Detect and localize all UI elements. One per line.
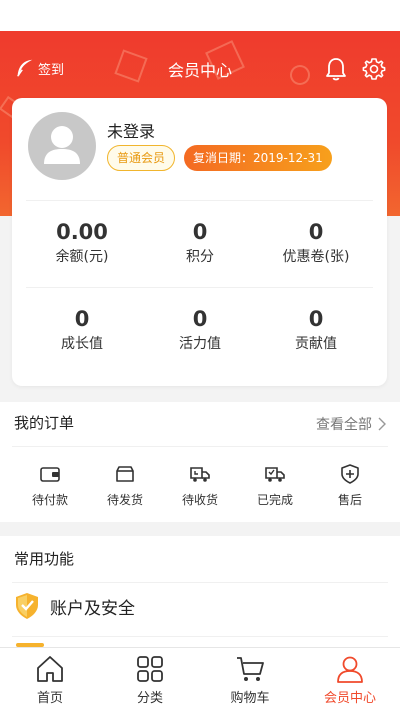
tab-cart[interactable]: 购物车 <box>200 648 300 711</box>
divider <box>26 287 373 288</box>
login-status[interactable]: 未登录 <box>107 118 155 142</box>
order-label: 待付款 <box>31 493 68 507</box>
order-label: 已完成 <box>256 493 293 507</box>
member-center-page: 签到 会员中心 未登录 普通会员 复消日期：2019-12-31 0.00 余额… <box>0 0 400 711</box>
tab-label: 会员中心 <box>323 691 376 706</box>
user-icon <box>337 656 363 683</box>
shield-icon <box>16 593 38 619</box>
stat-coupons[interactable]: 0 优惠卷(张) <box>256 220 376 266</box>
tab-category[interactable]: 分类 <box>100 648 200 711</box>
stat-label: 优惠卷(张) <box>282 249 350 265</box>
view-all-orders-link[interactable]: 查看全部 <box>316 414 388 434</box>
order-after-sales[interactable]: 售后 <box>312 464 388 508</box>
stat-label: 积分 <box>186 249 214 265</box>
feature-account-security[interactable]: 账户及安全 <box>14 592 135 620</box>
stat-value: 0 <box>308 307 324 331</box>
user-silhouette-icon <box>44 126 80 164</box>
top-bar: 签到 会员中心 <box>0 31 400 103</box>
truck-icon <box>190 467 210 482</box>
features-section: 常用功能 账户及安全 <box>0 536 400 647</box>
order-pending-receipt[interactable]: 待收货 <box>162 464 238 508</box>
tab-label: 首页 <box>36 691 63 706</box>
cart-icon <box>237 657 264 681</box>
tab-member-center[interactable]: 会员中心 <box>300 648 400 711</box>
stat-label: 余额(元) <box>55 249 109 265</box>
stat-balance[interactable]: 0.00 余额(元) <box>22 220 142 266</box>
order-label: 待收货 <box>181 493 218 507</box>
stat-contribution[interactable]: 0 贡献值 <box>256 307 376 353</box>
stat-value: 0 <box>192 220 208 244</box>
divider <box>12 446 388 447</box>
member-level-badge: 普通会员 <box>107 145 176 171</box>
chevron-right-icon <box>378 417 386 431</box>
order-label: 待发货 <box>106 493 143 507</box>
tab-label: 分类 <box>136 691 163 706</box>
renewal-date-badge: 复消日期：2019-12-31 <box>184 145 332 171</box>
grid-icon <box>137 656 163 682</box>
order-pending-payment[interactable]: 待付款 <box>12 464 88 508</box>
features-title: 常用功能 <box>14 550 75 568</box>
stat-label: 成长值 <box>61 336 103 352</box>
feature-label: 账户及安全 <box>50 598 135 619</box>
stat-value: 0.00 <box>56 220 108 244</box>
orders-section: 我的订单 查看全部 待付款 待发货 待收货 已完成 售后 <box>0 402 400 522</box>
status-strip <box>0 0 400 31</box>
stat-points[interactable]: 0 积分 <box>140 220 260 266</box>
avatar[interactable] <box>28 112 96 180</box>
profile-card: 未登录 普通会员 复消日期：2019-12-31 0.00 余额(元) 0 积分… <box>12 98 387 386</box>
divider <box>12 636 388 637</box>
orders-title: 我的订单 <box>14 414 75 432</box>
divider <box>12 582 388 583</box>
home-icon <box>37 656 63 682</box>
order-completed[interactable]: 已完成 <box>237 464 313 508</box>
gear-icon[interactable] <box>362 57 386 81</box>
box-icon <box>116 466 134 482</box>
order-pending-shipment[interactable]: 待发货 <box>87 464 163 508</box>
stat-value: 0 <box>308 220 324 244</box>
order-label: 售后 <box>337 493 362 507</box>
stat-value: 0 <box>192 307 208 331</box>
stat-label: 贡献值 <box>295 336 337 352</box>
tab-home[interactable]: 首页 <box>0 648 100 711</box>
view-all-label: 查看全部 <box>316 417 372 433</box>
stat-growth[interactable]: 0 成长值 <box>22 307 142 353</box>
wallet-icon <box>40 467 60 482</box>
bottom-tab-bar: 首页 分类 购物车 会员中心 <box>0 647 400 711</box>
divider <box>26 200 373 201</box>
shield-plus-icon <box>341 464 359 484</box>
stat-vitality[interactable]: 0 活力值 <box>140 307 260 353</box>
bell-icon[interactable] <box>325 57 347 81</box>
stat-value: 0 <box>74 307 90 331</box>
stat-label: 活力值 <box>179 336 221 352</box>
truck-done-icon <box>265 467 285 482</box>
tab-label: 购物车 <box>230 691 270 706</box>
